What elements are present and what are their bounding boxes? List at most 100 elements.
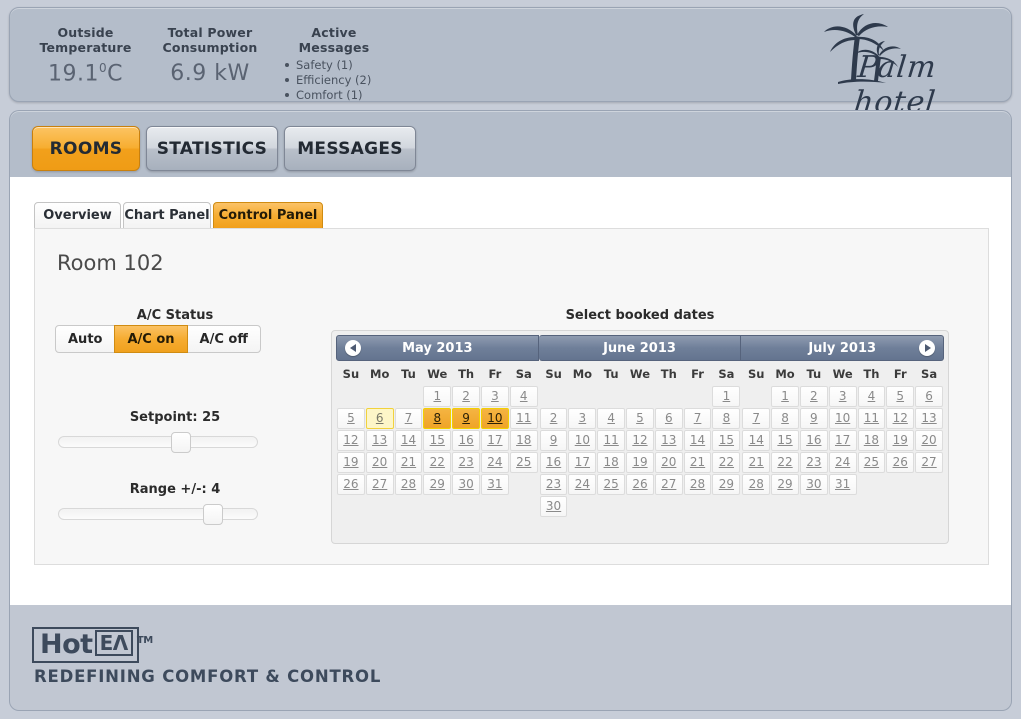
calendar-day-cell[interactable]: 21 [683, 452, 712, 473]
active-message-item[interactable]: Safety (1) [284, 58, 390, 73]
calendar-day-cell[interactable]: 7 [394, 408, 423, 429]
calendar-day-cell[interactable]: 26 [337, 474, 365, 495]
calendar-day-cell[interactable]: 1 [423, 386, 452, 407]
calendar-day-cell[interactable]: 22 [712, 452, 741, 473]
calendar-day-cell[interactable]: 20 [365, 452, 394, 473]
calendar-day-cell[interactable]: 5 [626, 408, 654, 429]
sub-tab-control-panel[interactable]: Control Panel [213, 202, 323, 229]
calendar-day-cell[interactable]: 16 [799, 430, 828, 451]
calendar-day-cell[interactable]: 2 [799, 386, 828, 407]
calendar-day-cell[interactable]: 19 [626, 452, 654, 473]
calendar-day-cell[interactable]: 20 [915, 430, 944, 451]
calendar-day-cell[interactable]: 29 [712, 474, 741, 495]
calendar-day-cell[interactable]: 25 [597, 474, 626, 495]
calendar-day-cell[interactable]: 17 [828, 430, 857, 451]
calendar-day-cell[interactable]: 9 [799, 408, 828, 429]
calendar-day-cell[interactable]: 4 [509, 386, 538, 407]
calendar-day-cell[interactable]: 18 [597, 452, 626, 473]
setpoint-slider-track[interactable] [58, 432, 258, 453]
calendar-day-cell[interactable]: 26 [626, 474, 654, 495]
calendar-day-cell[interactable]: 24 [568, 474, 597, 495]
calendar-day-cell[interactable]: 23 [539, 474, 568, 495]
calendar-day-cell[interactable]: 3 [828, 386, 857, 407]
calendar-day-cell[interactable]: 4 [857, 386, 886, 407]
calendar-day-cell[interactable]: 7 [683, 408, 712, 429]
calendar-day-cell[interactable]: 21 [742, 452, 771, 473]
calendar-day-cell[interactable]: 6 [365, 408, 394, 429]
ac-button-a-c-on[interactable]: A/C on [114, 325, 188, 353]
calendar-day-cell[interactable]: 14 [742, 430, 771, 451]
calendar-day-cell[interactable]: 30 [799, 474, 828, 495]
calendar-day-cell[interactable]: 31 [480, 474, 509, 495]
setpoint-slider-thumb[interactable] [171, 432, 191, 453]
calendar-day-cell[interactable]: 29 [423, 474, 452, 495]
calendar-day-cell[interactable]: 29 [771, 474, 799, 495]
calendar-day-cell[interactable]: 8 [771, 408, 799, 429]
calendar-day-cell[interactable]: 7 [742, 408, 771, 429]
calendar-day-cell[interactable]: 15 [712, 430, 741, 451]
calendar-day-cell[interactable]: 12 [626, 430, 654, 451]
nav-tab-statistics[interactable]: STATISTICS [146, 126, 278, 171]
calendar-day-cell[interactable]: 6 [915, 386, 944, 407]
calendar-day-cell[interactable]: 27 [654, 474, 683, 495]
calendar-day-cell[interactable]: 30 [452, 474, 480, 495]
calendar-day-cell[interactable]: 1 [771, 386, 799, 407]
calendar-day-cell[interactable]: 30 [539, 496, 568, 517]
calendar-day-cell[interactable]: 14 [683, 430, 712, 451]
sub-tab-overview[interactable]: Overview [34, 202, 121, 229]
calendar-day-cell[interactable]: 6 [654, 408, 683, 429]
calendar-day-cell[interactable]: 17 [480, 430, 509, 451]
calendar-day-cell[interactable]: 25 [857, 452, 886, 473]
calendar-day-cell[interactable]: 3 [480, 386, 509, 407]
calendar-day-cell[interactable]: 28 [683, 474, 712, 495]
nav-tab-rooms[interactable]: ROOMS [32, 126, 140, 171]
calendar-day-cell[interactable]: 18 [857, 430, 886, 451]
calendar-day-cell[interactable]: 24 [480, 452, 509, 473]
sub-tab-chart-panel[interactable]: Chart Panel [123, 202, 211, 229]
calendar-day-cell[interactable]: 13 [915, 408, 944, 429]
ac-button-auto[interactable]: Auto [55, 325, 116, 353]
calendar-day-cell[interactable]: 28 [394, 474, 423, 495]
calendar-day-cell[interactable]: 25 [509, 452, 538, 473]
calendar-day-cell[interactable]: 20 [654, 452, 683, 473]
calendar-day-cell[interactable]: 26 [886, 452, 915, 473]
calendar-day-cell[interactable]: 8 [712, 408, 741, 429]
calendar-day-cell[interactable]: 16 [452, 430, 480, 451]
calendar-day-cell[interactable]: 2 [539, 408, 568, 429]
active-message-item[interactable]: Efficiency (2) [284, 73, 390, 88]
next-month-arrow-icon[interactable] [919, 340, 936, 356]
calendar-day-cell[interactable]: 17 [568, 452, 597, 473]
calendar-day-cell[interactable]: 11 [509, 408, 538, 429]
calendar-day-cell[interactable]: 13 [365, 430, 394, 451]
calendar-day-cell[interactable]: 23 [799, 452, 828, 473]
range-slider-track[interactable] [58, 504, 258, 525]
calendar-day-cell[interactable]: 10 [568, 430, 597, 451]
calendar-day-cell[interactable]: 19 [886, 430, 915, 451]
calendar-day-cell[interactable]: 12 [886, 408, 915, 429]
active-message-item[interactable]: Comfort (1) [284, 88, 390, 103]
calendar-day-cell[interactable]: 4 [597, 408, 626, 429]
range-slider-thumb[interactable] [203, 504, 223, 525]
calendar-day-cell[interactable]: 1 [712, 386, 741, 407]
calendar-day-cell[interactable]: 19 [337, 452, 365, 473]
calendar-day-cell[interactable]: 16 [539, 452, 568, 473]
calendar-day-cell[interactable]: 23 [452, 452, 480, 473]
nav-tab-messages[interactable]: MESSAGES [284, 126, 416, 171]
calendar-day-cell[interactable]: 14 [394, 430, 423, 451]
calendar-day-cell[interactable]: 9 [452, 408, 480, 429]
calendar-day-cell[interactable]: 22 [423, 452, 452, 473]
ac-button-a-c-off[interactable]: A/C off [186, 325, 261, 353]
calendar-day-cell[interactable]: 21 [394, 452, 423, 473]
calendar-day-cell[interactable]: 5 [337, 408, 365, 429]
calendar-day-cell[interactable]: 11 [857, 408, 886, 429]
calendar-day-cell[interactable]: 10 [480, 408, 509, 429]
calendar-day-cell[interactable]: 22 [771, 452, 799, 473]
prev-month-arrow-icon[interactable] [345, 340, 361, 356]
calendar-day-cell[interactable]: 11 [597, 430, 626, 451]
calendar-day-cell[interactable]: 15 [771, 430, 799, 451]
calendar-day-cell[interactable]: 15 [423, 430, 452, 451]
calendar-day-cell[interactable]: 9 [539, 430, 568, 451]
calendar-day-cell[interactable]: 8 [423, 408, 452, 429]
calendar-day-cell[interactable]: 18 [509, 430, 538, 451]
calendar-day-cell[interactable]: 13 [654, 430, 683, 451]
